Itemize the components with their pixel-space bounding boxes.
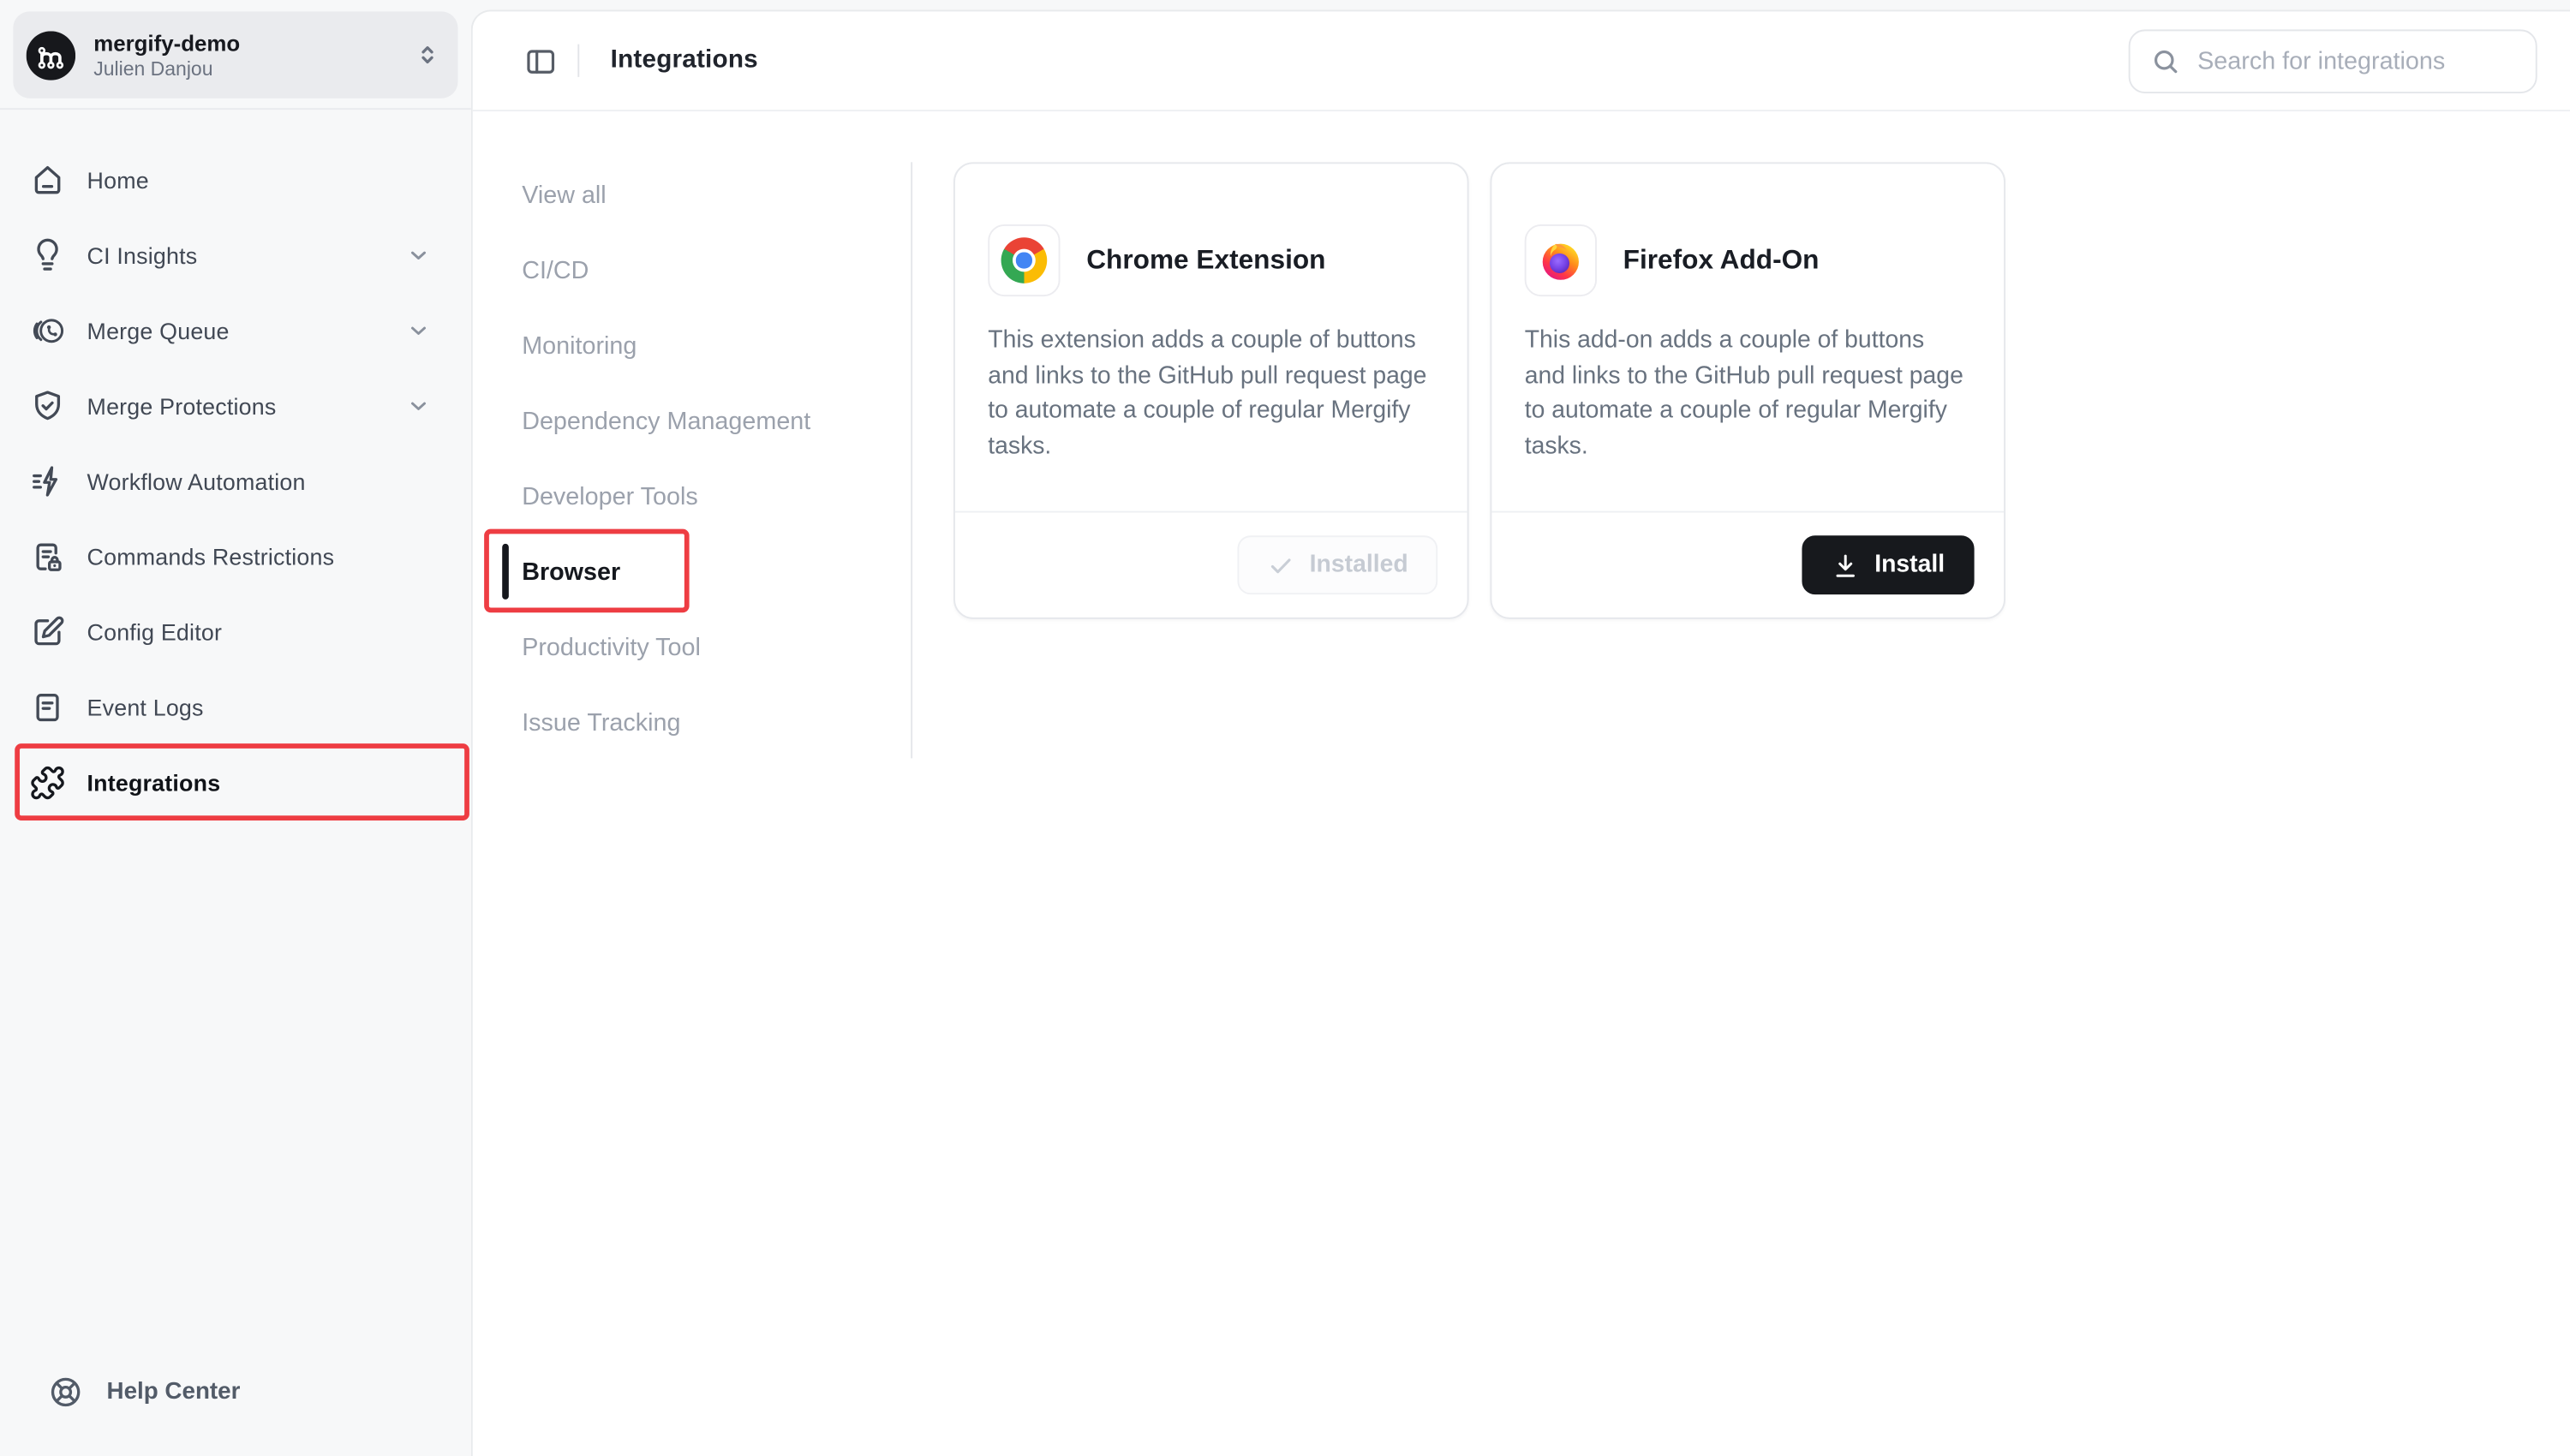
puzzle-icon xyxy=(29,765,65,801)
lightbulb-icon xyxy=(29,237,65,273)
sidebar-item-ci-insights[interactable]: CI Insights xyxy=(0,218,471,293)
sidebar: mergify-demo Julien Danjou Home xyxy=(0,0,471,1456)
home-icon xyxy=(29,162,65,198)
mergify-logo xyxy=(27,30,75,79)
search-icon xyxy=(2150,45,2181,76)
page-title: Integrations xyxy=(611,46,758,75)
integration-cards: Chrome Extension This extension adds a c… xyxy=(953,162,2005,619)
sidebar-item-label: Merge Queue xyxy=(87,318,230,344)
chevrons-up-down-icon xyxy=(414,41,442,69)
sidebar-item-workflow-automation[interactable]: Workflow Automation xyxy=(0,444,471,519)
account-org-name: mergify-demo xyxy=(93,28,395,57)
download-icon xyxy=(1832,551,1860,579)
sidebar-item-integrations[interactable]: Integrations xyxy=(0,745,471,820)
card-title: Firefox Add-On xyxy=(1623,245,1820,276)
help-center-link[interactable]: Help Center xyxy=(0,1354,471,1429)
category-view-all[interactable]: View all xyxy=(522,158,900,233)
check-icon xyxy=(1267,551,1295,579)
category-divider xyxy=(911,162,912,758)
sidebar-item-label: Config Editor xyxy=(87,619,223,646)
main-header: Integrations xyxy=(473,11,2570,111)
sidebar-item-label: Commands Restrictions xyxy=(87,544,335,570)
sidebar-item-label: CI Insights xyxy=(87,242,198,269)
shield-check-icon xyxy=(29,388,65,424)
workflow-zap-icon xyxy=(29,463,65,499)
main-panel: Integrations View all CI/CD Monitoring D… xyxy=(471,9,2570,1456)
help-center-label: Help Center xyxy=(107,1379,241,1405)
sidebar-item-home[interactable]: Home xyxy=(0,142,471,218)
card-title: Chrome Extension xyxy=(1086,245,1325,276)
chevron-down-icon xyxy=(405,242,432,269)
card-firefox-addon: Firefox Add-On This add-on adds a couple… xyxy=(1490,162,2005,619)
app-window: mergify-demo Julien Danjou Home xyxy=(0,0,2570,1456)
category-developer-tools[interactable]: Developer Tools xyxy=(522,458,900,534)
card-chrome-extension: Chrome Extension This extension adds a c… xyxy=(953,162,1469,619)
category-monitoring[interactable]: Monitoring xyxy=(522,308,900,384)
card-description: This add-on adds a couple of buttons and… xyxy=(1491,296,2004,465)
chevron-down-icon xyxy=(405,318,432,344)
card-description: This extension adds a couple of buttons … xyxy=(955,296,1467,465)
lifebuoy-icon xyxy=(48,1374,84,1410)
account-user-name: Julien Danjou xyxy=(93,57,395,81)
category-dependency-management[interactable]: Dependency Management xyxy=(522,383,900,458)
integrations-search[interactable] xyxy=(2129,28,2537,92)
category-productivity-tool[interactable]: Productivity Tool xyxy=(522,609,900,684)
annotation-box-integrations xyxy=(15,743,469,820)
chrome-logo-tile xyxy=(988,224,1060,296)
merge-queue-icon xyxy=(29,313,65,349)
category-ci-cd[interactable]: CI/CD xyxy=(522,233,900,308)
sidebar-item-label: Event Logs xyxy=(87,695,204,721)
selected-category-indicator xyxy=(502,544,508,600)
account-switcher[interactable]: mergify-demo Julien Danjou xyxy=(13,11,457,98)
sidebar-item-config-editor[interactable]: Config Editor xyxy=(0,594,471,670)
sidebar-item-label: Workflow Automation xyxy=(87,468,306,495)
document-lines-icon xyxy=(29,689,65,725)
sidebar-item-merge-queue[interactable]: Merge Queue xyxy=(0,293,471,368)
installed-button[interactable]: Installed xyxy=(1237,535,1437,594)
install-button[interactable]: Install xyxy=(1802,535,1975,594)
sidebar-item-event-logs[interactable]: Event Logs xyxy=(0,670,471,745)
firefox-logo-tile xyxy=(1525,224,1597,296)
document-lock-icon xyxy=(29,539,65,575)
sidebar-item-label: Merge Protections xyxy=(87,393,277,420)
sidebar-divider xyxy=(0,108,471,110)
category-browser[interactable]: Browser xyxy=(522,534,900,609)
sidebar-item-merge-protections[interactable]: Merge Protections xyxy=(0,368,471,444)
firefox-logo xyxy=(1538,237,1584,283)
square-pen-icon xyxy=(29,614,65,650)
chrome-logo xyxy=(1001,237,1048,283)
sidebar-toggle-button[interactable] xyxy=(517,38,563,84)
chevron-down-icon xyxy=(405,393,432,420)
category-list: View all CI/CD Monitoring Dependency Man… xyxy=(522,158,900,761)
category-issue-tracking[interactable]: Issue Tracking xyxy=(522,684,900,760)
header-separator xyxy=(577,45,579,77)
sidebar-item-commands-restrictions[interactable]: Commands Restrictions xyxy=(0,519,471,594)
sidebar-item-label: Home xyxy=(87,167,149,194)
card-footer: Install xyxy=(1491,511,2004,618)
sidebar-item-label: Integrations xyxy=(87,770,221,797)
sidebar-nav: Home CI Insights xyxy=(0,142,471,820)
search-input[interactable] xyxy=(2197,46,2516,75)
card-footer: Installed xyxy=(955,511,1467,618)
